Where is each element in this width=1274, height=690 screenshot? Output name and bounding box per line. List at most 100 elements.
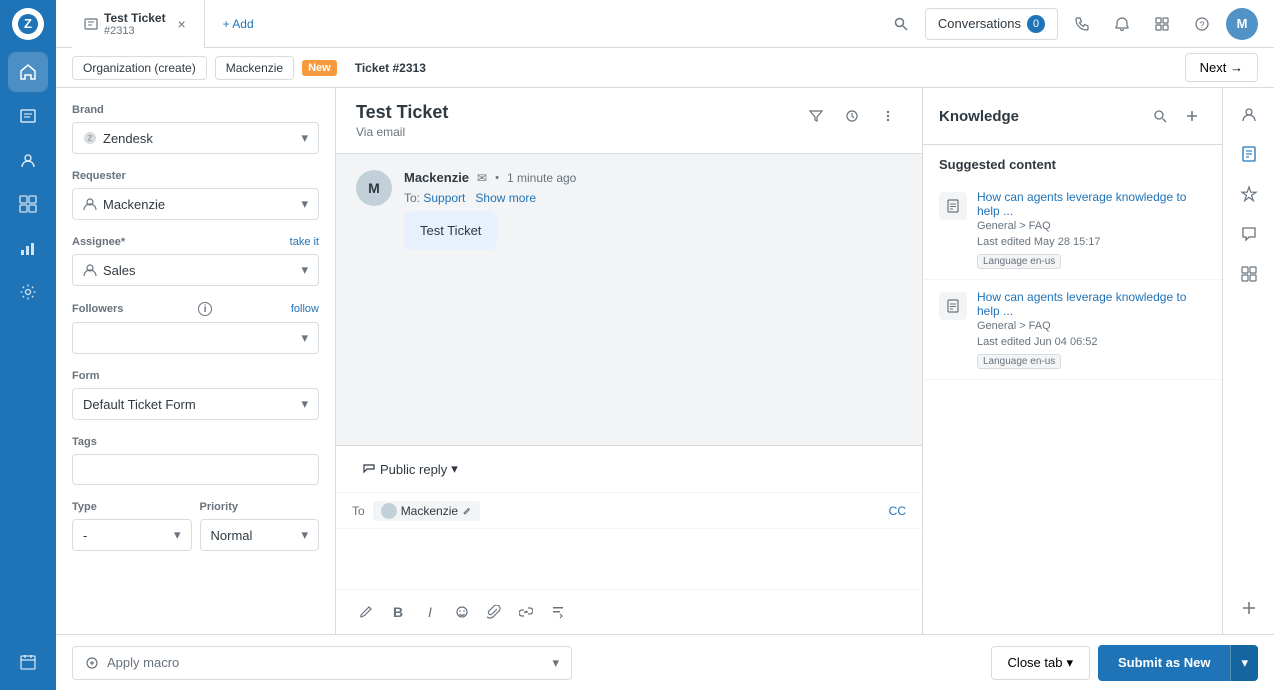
reply-cc-button[interactable]: CC [889,504,906,518]
tags-field-group: Tags [72,436,319,485]
message-item: M Mackenzie ✉ • 1 minute ago To: Support [356,170,902,250]
link-button[interactable] [512,598,540,626]
svg-text:Z: Z [88,136,93,143]
add-tab-button[interactable]: + Add [213,13,264,35]
submit-dropdown-icon: ▾ [1241,655,1248,670]
knowledge-add-icon[interactable] [1178,102,1206,130]
submit-dropdown-button[interactable]: ▾ [1230,645,1258,681]
tab-ticket-subtitle: #2313 [104,25,166,37]
requester-chevron-icon: ▾ [301,196,308,212]
message-sender: Mackenzie [404,170,469,185]
knowledge-item-content-0: How can agents leverage knowledge to hel… [977,190,1206,269]
topbar-right: Conversations 0 ? M [885,8,1258,40]
grid-icon[interactable] [1146,8,1178,40]
strip-profile-icon[interactable] [1231,96,1267,132]
priority-select[interactable]: Normal ▾ [200,519,320,551]
show-more-link[interactable]: Show more [475,191,536,205]
strip-ai-icon[interactable] [1231,176,1267,212]
reply-to-avatar [381,503,397,519]
submit-button[interactable]: Submit as New [1098,645,1230,681]
more-format-button[interactable] [544,598,572,626]
strip-apps-icon[interactable] [1231,256,1267,292]
followers-info-icon[interactable]: i [198,302,212,316]
nav-item-home[interactable] [8,52,48,92]
bold-button[interactable]: B [384,598,412,626]
message-header: Mackenzie ✉ • 1 minute ago [404,170,902,185]
assignee-select[interactable]: Sales ▾ [72,254,319,286]
type-select[interactable]: - ▾ [72,519,192,551]
breadcrumb-user[interactable]: Mackenzie [215,56,294,80]
conversations-button[interactable]: Conversations 0 [925,8,1058,40]
attach-button[interactable] [480,598,508,626]
draft-button[interactable] [352,598,380,626]
followers-chevron-icon: ▾ [301,330,308,346]
help-icon[interactable]: ? [1186,8,1218,40]
reply-to-chip[interactable]: Mackenzie [373,501,480,521]
strip-knowledge-icon[interactable] [1231,136,1267,172]
message-email-icon: ✉ [477,171,487,185]
knowledge-item-title-0: How can agents leverage knowledge to hel… [977,190,1206,218]
message-avatar: M [356,170,392,206]
nav-item-organizations[interactable] [8,184,48,224]
follow-link[interactable]: follow [291,303,319,315]
conversations-badge: 0 [1027,15,1045,33]
nav-item-tickets[interactable] [8,96,48,136]
tab-close-button[interactable]: × [172,14,192,34]
knowledge-item-lang-1: Language en-us [977,354,1061,369]
knowledge-item-0[interactable]: How can agents leverage knowledge to hel… [923,180,1222,280]
macro-chevron-icon: ▾ [552,655,559,671]
submit-group: Submit as New ▾ [1098,645,1258,681]
bell-icon[interactable] [1106,8,1138,40]
bottom-bar: Apply macro ▾ Close tab ▾ Submit as New … [56,634,1274,690]
reply-body-area[interactable] [336,529,922,589]
ticket-status-badge: New [302,60,337,76]
breadcrumb-bar: Organization (create) Mackenzie New Tick… [56,48,1274,88]
more-options-icon[interactable] [874,102,902,130]
close-tab-label: Close tab [1008,655,1063,670]
brand-field-group: Brand Z Zendesk ▾ [72,104,319,154]
assignee-chevron-icon: ▾ [301,262,308,278]
filter-icon[interactable] [802,102,830,130]
ticket-header: Test Ticket Via email [336,88,922,154]
followers-label: Followers i follow [72,302,319,316]
next-button[interactable]: Next → [1185,53,1258,82]
public-reply-button[interactable]: Public reply ▾ [352,456,468,482]
knowledge-header-actions [1146,102,1206,130]
conversations-label: Conversations [938,16,1021,31]
message-to-support[interactable]: Support [423,191,465,205]
edit-recipient-icon[interactable] [462,506,472,516]
breadcrumb-org[interactable]: Organization (create) [72,56,207,80]
knowledge-search-icon[interactable] [1146,102,1174,130]
ticket-tab[interactable]: Test Ticket #2313 × [72,0,205,48]
brand-select[interactable]: Z Zendesk ▾ [72,122,319,154]
nav-item-settings[interactable] [8,272,48,312]
ticket-via: Via email [356,125,448,139]
close-tab-chevron-icon: ▾ [1066,655,1073,671]
search-icon[interactable] [885,8,917,40]
close-tab-button[interactable]: Close tab ▾ [991,646,1090,680]
priority-label: Priority [200,501,320,513]
nav-item-contacts[interactable] [8,140,48,180]
user-avatar[interactable]: M [1226,8,1258,40]
macro-select[interactable]: Apply macro ▾ [72,646,572,680]
take-it-link[interactable]: take it [290,236,319,248]
strip-chat-icon[interactable] [1231,216,1267,252]
knowledge-item-1[interactable]: How can agents leverage knowledge to hel… [923,280,1222,380]
history-icon[interactable] [838,102,866,130]
followers-field-group: Followers i follow ▾ [72,302,319,354]
phone-icon[interactable] [1066,8,1098,40]
requester-select[interactable]: Mackenzie ▾ [72,188,319,220]
emoji-button[interactable] [448,598,476,626]
italic-button[interactable]: I [416,598,444,626]
knowledge-item-lang-0: Language en-us [977,254,1061,269]
form-select[interactable]: Default Ticket Form ▾ [72,388,319,420]
add-tab-label: + Add [223,17,254,31]
app-logo[interactable]: Z [12,8,44,40]
followers-select[interactable]: ▾ [72,322,319,354]
knowledge-item-category-1: General > FAQ [977,320,1206,332]
tags-input[interactable] [72,454,319,485]
nav-item-reports[interactable] [8,228,48,268]
strip-add-icon[interactable] [1231,590,1267,626]
message-content: Mackenzie ✉ • 1 minute ago To: Support S… [404,170,902,250]
nav-item-calendar[interactable] [8,642,48,682]
